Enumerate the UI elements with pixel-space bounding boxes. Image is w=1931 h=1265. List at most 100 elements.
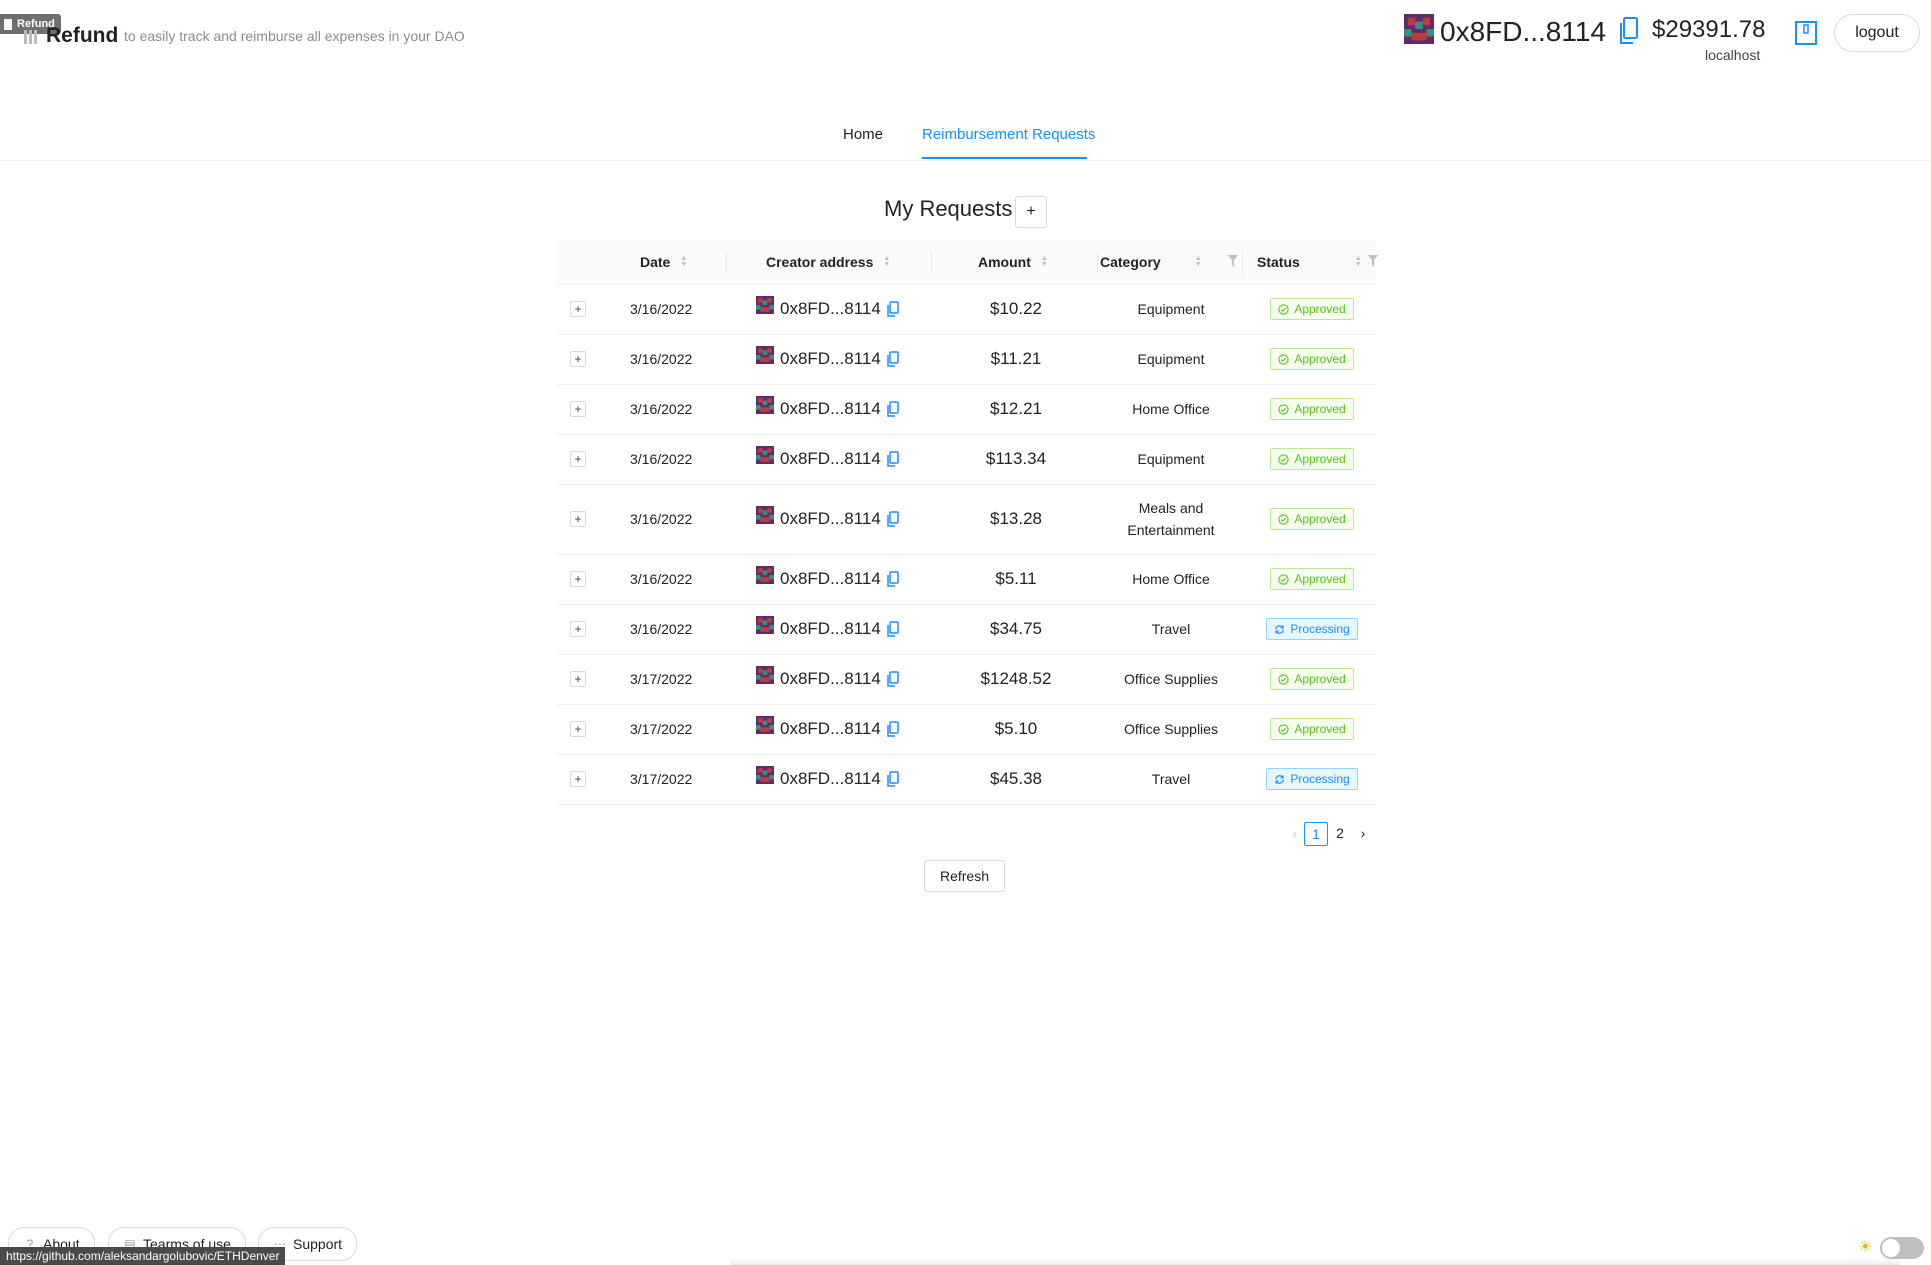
column-header-status[interactable]: Status ▲ ▼: [1257, 240, 1362, 284]
row-creator: 0x8FD...8114: [756, 654, 899, 704]
filter-icon[interactable]: [1228, 255, 1238, 267]
creator-address: 0x8FD...8114: [780, 769, 881, 788]
page-title: My Requests: [884, 196, 1013, 221]
table-row: +3/16/2022 0x8FD...8114 $13.28 Meals and En…: [556, 484, 1376, 555]
row-status: Approved: [1252, 484, 1372, 554]
check-circle-icon: [1278, 453, 1289, 465]
sort-icon[interactable]: ▲ ▼: [1195, 255, 1202, 268]
add-request-button[interactable]: +: [1015, 196, 1047, 228]
check-circle-icon: [1278, 403, 1289, 415]
expand-row-button[interactable]: +: [570, 671, 586, 687]
prev-page-button[interactable]: ‹: [1284, 822, 1306, 844]
column-header-category[interactable]: Category ▲ ▼: [1100, 240, 1202, 284]
next-page-button[interactable]: ›: [1352, 822, 1374, 844]
page-2-button[interactable]: 2: [1329, 822, 1351, 844]
copy-icon[interactable]: [887, 571, 899, 587]
status-badge: Approved: [1270, 718, 1354, 740]
column-header-creator[interactable]: Creator address ▲ ▼: [766, 240, 890, 284]
expand-row-button[interactable]: +: [570, 351, 586, 367]
page-1-button[interactable]: 1: [1304, 822, 1328, 846]
expand-row-button[interactable]: +: [570, 511, 586, 527]
table-row: +3/16/2022 0x8FD...8114 $34.75 Travel Proces…: [556, 604, 1376, 655]
sync-icon: [1275, 774, 1285, 784]
tab-home[interactable]: Home: [843, 126, 883, 143]
row-amount: $12.21: [990, 399, 1042, 418]
row-status: Approved: [1252, 704, 1372, 754]
expand-row-button[interactable]: +: [570, 301, 586, 317]
sort-icon[interactable]: ▲ ▼: [1041, 255, 1048, 268]
row-amount: $5.10: [994, 719, 1038, 738]
copy-icon[interactable]: [887, 351, 899, 367]
status-badge: Approved: [1270, 448, 1354, 470]
wallet-icon[interactable]: [1794, 21, 1818, 45]
column-header-amount[interactable]: Amount ▲ ▼: [978, 240, 1048, 284]
status-bar-url: https://github.com/aleksandargolubovic/E…: [0, 1247, 286, 1265]
copy-icon[interactable]: [887, 771, 899, 787]
expand-row-button[interactable]: +: [570, 621, 586, 637]
row-creator: 0x8FD...8114: [756, 604, 899, 654]
expand-row-button[interactable]: +: [570, 451, 586, 467]
copy-icon[interactable]: [887, 671, 899, 687]
row-amount: $10.22: [990, 299, 1042, 318]
row-date: 3/16/2022: [630, 401, 693, 417]
expand-row-button[interactable]: +: [570, 771, 586, 787]
theme-toggle[interactable]: [1880, 1237, 1924, 1259]
copy-icon[interactable]: [887, 401, 899, 417]
expand-row-button[interactable]: +: [570, 721, 586, 737]
status-badge: Approved: [1270, 668, 1354, 690]
table-row: +3/16/2022 0x8FD...8114 $5.11 Home Office Ap…: [556, 554, 1376, 605]
check-circle-icon: [1278, 303, 1289, 315]
check-circle-icon: [1278, 353, 1289, 365]
row-amount: $5.11: [995, 569, 1037, 588]
row-status: Approved: [1252, 654, 1372, 704]
expand-row-button[interactable]: +: [570, 571, 586, 587]
row-date: 3/16/2022: [630, 351, 693, 367]
table-row: +3/17/2022 0x8FD...8114 $45.38 Travel Proces…: [556, 754, 1376, 805]
creator-address: 0x8FD...8114: [780, 569, 881, 588]
status-badge: Approved: [1270, 568, 1354, 590]
sync-icon: [1275, 624, 1285, 634]
table-row: +3/17/2022 0x8FD...8114 $5.10 Office Suppli…: [556, 704, 1376, 755]
copy-icon[interactable]: [1618, 16, 1640, 46]
table-row: +3/16/2022 0x8FD...8114 $12.21 Home Office A…: [556, 384, 1376, 435]
row-creator: 0x8FD...8114: [756, 554, 899, 604]
creator-address: 0x8FD...8114: [780, 509, 881, 528]
row-creator: 0x8FD...8114: [756, 434, 899, 484]
expand-row-button[interactable]: +: [570, 401, 586, 417]
creator-address: 0x8FD...8114: [780, 669, 881, 688]
row-amount: $11.21: [990, 349, 1042, 368]
row-category: Home Office: [1132, 571, 1210, 587]
identicon-avatar: [756, 346, 774, 364]
tab-reimbursement-requests[interactable]: Reimbursement Requests: [922, 126, 1095, 143]
copy-icon[interactable]: [887, 721, 899, 737]
identicon-avatar: [756, 506, 774, 524]
sort-icon[interactable]: ▲ ▼: [1355, 255, 1362, 268]
sort-icon[interactable]: ▲ ▼: [883, 255, 890, 268]
filter-icon[interactable]: [1368, 255, 1378, 267]
sort-icon[interactable]: ▲ ▼: [680, 255, 687, 268]
identicon-avatar: [756, 566, 774, 584]
logout-button[interactable]: logout: [1834, 14, 1920, 52]
copy-icon[interactable]: [887, 621, 899, 637]
identicon-avatar: [756, 296, 774, 314]
status-badge: Processing: [1266, 768, 1358, 790]
identicon-avatar: [756, 766, 774, 784]
refresh-button[interactable]: Refresh: [924, 860, 1005, 892]
row-status: Approved: [1252, 334, 1372, 384]
copy-icon[interactable]: [887, 511, 899, 527]
check-circle-icon: [1278, 673, 1289, 685]
status-badge: Approved: [1270, 348, 1354, 370]
row-status: Approved: [1252, 554, 1372, 604]
row-creator: 0x8FD...8114: [756, 384, 899, 434]
row-status: Processing: [1252, 754, 1372, 804]
row-category: Travel: [1151, 771, 1191, 787]
copy-icon[interactable]: [887, 301, 899, 317]
row-date: 3/17/2022: [630, 771, 693, 787]
row-date: 3/17/2022: [630, 671, 693, 687]
row-category: Equipment: [1137, 301, 1205, 317]
copy-icon[interactable]: [887, 451, 899, 467]
row-category: Office Supplies: [1124, 721, 1218, 737]
column-header-date[interactable]: Date ▲ ▼: [640, 240, 687, 284]
row-creator: 0x8FD...8114: [756, 284, 899, 334]
row-amount: $34.75: [990, 619, 1042, 638]
